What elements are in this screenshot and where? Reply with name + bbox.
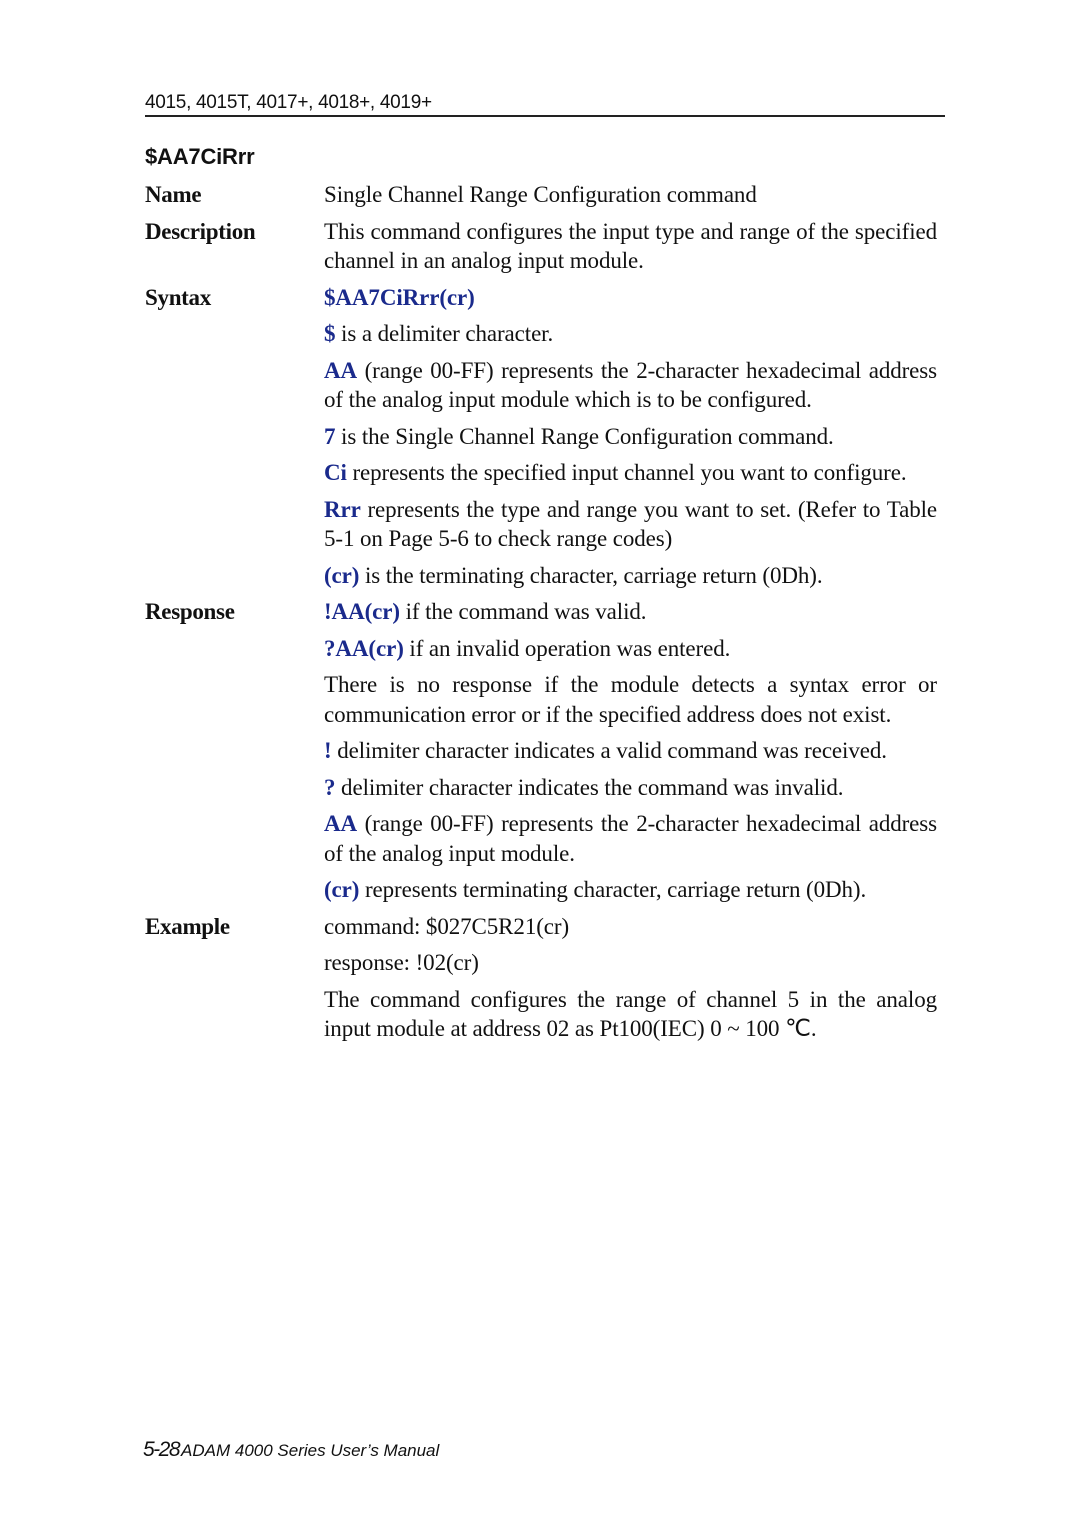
- response-item: There is no response if the module detec…: [324, 670, 937, 729]
- response-desc: There is no response if the module detec…: [324, 672, 937, 727]
- syntax-section: Syntax $AA7CiRrr(cr) $ is a delimiter ch…: [145, 283, 937, 598]
- response-key: ?: [324, 774, 336, 800]
- command-reference: Name Single Channel Range Configuration …: [145, 180, 937, 1051]
- syntax-format: $AA7CiRrr(cr): [324, 284, 475, 310]
- page-footer: 5-28 ADAM 4000 Series User’s Manual: [143, 1438, 439, 1462]
- example-section: Example command: $027C5R21(cr) response:…: [145, 912, 937, 1051]
- command-title: $AA7CiRrr: [145, 144, 255, 169]
- syntax-key: AA: [324, 357, 358, 383]
- response-label: Response: [145, 599, 235, 624]
- response-desc: delimiter character indicates a valid co…: [331, 738, 887, 763]
- syntax-desc: is the Single Channel Range Configuratio…: [335, 423, 834, 449]
- syntax-label: Syntax: [145, 284, 211, 310]
- response-desc: if the command was valid.: [399, 599, 647, 624]
- description-section: Description This command configures the …: [145, 217, 937, 276]
- manual-title: ADAM 4000 Series User’s Manual: [181, 1441, 440, 1460]
- description-label: Description: [145, 218, 256, 244]
- running-header: 4015, 4015T, 4017+, 4018+, 4019+: [145, 92, 432, 113]
- syntax-key: (cr): [324, 562, 360, 588]
- name-label: Name: [145, 182, 202, 207]
- syntax-item: (cr) is the terminating character, carri…: [324, 561, 937, 591]
- response-key: !: [324, 738, 332, 763]
- response-desc: delimiter character indicates the comman…: [335, 774, 844, 800]
- header-rule: [145, 115, 945, 117]
- response-item: ! delimiter character indicates a valid …: [324, 736, 937, 766]
- response-desc: represents terminating character, carria…: [359, 877, 867, 902]
- syntax-item: AA (range 00-FF) represents the 2-charac…: [324, 356, 937, 415]
- syntax-item: 7 is the Single Channel Range Configurat…: [324, 422, 937, 452]
- response-key: (cr): [324, 877, 360, 902]
- response-item: AA (range 00-FF) represents the 2-charac…: [324, 809, 937, 868]
- example-response: response: !02(cr): [324, 950, 479, 975]
- syntax-item: $ is a delimiter character.: [324, 319, 937, 349]
- response-item: !AA(cr) if the command was valid.: [324, 597, 937, 627]
- syntax-key: Rrr: [324, 496, 361, 522]
- response-item: ?AA(cr) if an invalid operation was ente…: [324, 634, 937, 664]
- syntax-desc: is the terminating character, carriage r…: [359, 562, 823, 588]
- name-section: Name Single Channel Range Configuration …: [145, 180, 937, 210]
- syntax-key: 7: [324, 423, 336, 449]
- response-key: ?AA(cr): [324, 635, 404, 661]
- response-item: (cr) represents terminating character, c…: [324, 875, 937, 905]
- page-number: 5-28: [143, 1438, 181, 1461]
- response-key: AA: [324, 811, 358, 836]
- response-desc: (range 00-FF) represents the 2-character…: [324, 811, 937, 866]
- response-key: !AA(cr): [324, 599, 400, 624]
- syntax-desc: represents the type and range you want t…: [324, 496, 937, 552]
- response-section: Response !AA(cr) if the command was vali…: [145, 597, 937, 912]
- syntax-desc: represents the specified input channel y…: [346, 460, 907, 485]
- response-desc: if an invalid operation was entered.: [403, 635, 731, 661]
- description-text: This command configures the input type a…: [324, 218, 937, 274]
- example-label: Example: [145, 913, 230, 939]
- syntax-item: Rrr represents the type and range you wa…: [324, 495, 937, 554]
- name-text: Single Channel Range Configuration comma…: [324, 182, 757, 207]
- syntax-desc: (range 00-FF) represents the 2-character…: [324, 357, 937, 413]
- syntax-key: Ci: [324, 460, 347, 485]
- syntax-item: Ci represents the specified input channe…: [324, 458, 937, 488]
- example-command: command: $027C5R21(cr): [324, 913, 570, 939]
- syntax-desc: is a delimiter character.: [335, 321, 554, 346]
- syntax-key: $: [324, 321, 336, 346]
- response-item: ? delimiter character indicates the comm…: [324, 773, 937, 803]
- example-explanation: The command configures the range of chan…: [324, 986, 937, 1042]
